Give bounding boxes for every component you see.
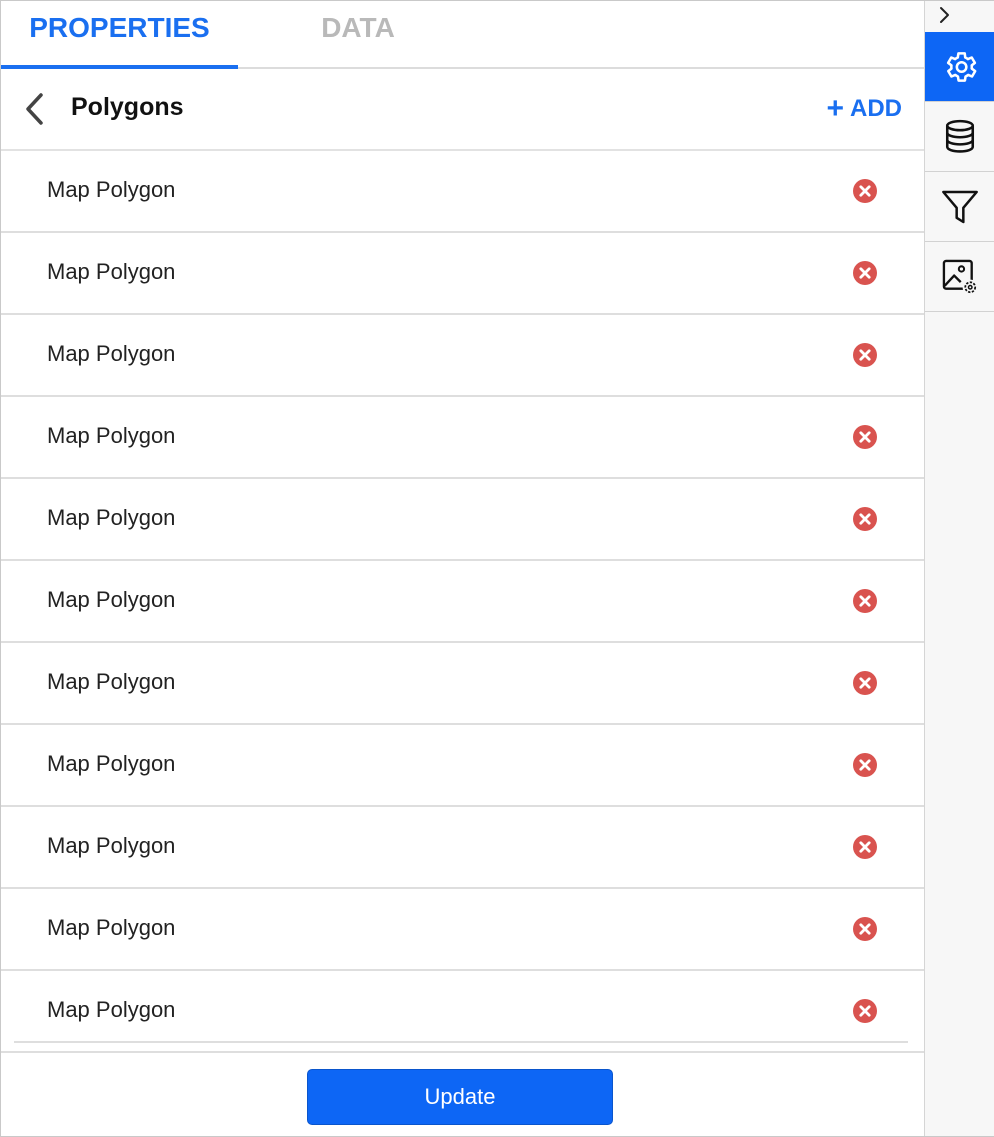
back-button[interactable] <box>19 91 53 127</box>
list-item[interactable]: Map Polygon <box>1 561 924 643</box>
list-item[interactable]: Map Polygon <box>1 807 924 889</box>
filter-tab-button[interactable] <box>925 172 994 242</box>
item-label: Map Polygon <box>47 587 176 612</box>
list-item[interactable]: Map Polygon <box>1 233 924 315</box>
tab-properties[interactable]: PROPERTIES <box>1 1 238 69</box>
tab-bar: PROPERTIES DATA <box>1 1 924 69</box>
settings-tab-button[interactable] <box>925 32 994 102</box>
list-divider <box>14 1041 908 1043</box>
list-item[interactable]: Map Polygon <box>1 725 924 807</box>
item-label: Map Polygon <box>47 505 176 530</box>
polygon-list: Map Polygon Map Polygon Map Polygon Map Pol… <box>1 151 924 1053</box>
list-item[interactable]: Map Polygon <box>1 479 924 561</box>
remove-icon[interactable] <box>853 753 877 777</box>
page-title: Polygons <box>71 93 184 121</box>
item-label: Map Polygon <box>47 259 176 284</box>
remove-icon[interactable] <box>853 261 877 285</box>
item-label: Map Polygon <box>47 669 176 694</box>
image-settings-icon <box>942 259 978 295</box>
list-item[interactable]: Map Polygon <box>1 315 924 397</box>
database-icon <box>945 119 974 153</box>
item-label: Map Polygon <box>47 751 176 776</box>
list-item[interactable]: Map Polygon <box>1 397 924 479</box>
plus-icon: + <box>826 92 844 125</box>
remove-icon[interactable] <box>853 835 877 859</box>
list-item[interactable]: Map Polygon <box>1 643 924 725</box>
remove-icon[interactable] <box>853 507 877 531</box>
list-item[interactable]: Map Polygon <box>1 151 924 233</box>
gear-icon <box>946 51 976 82</box>
chevron-right-icon <box>940 7 949 23</box>
remove-icon[interactable] <box>853 671 877 695</box>
item-label: Map Polygon <box>47 915 176 940</box>
filter-icon <box>941 190 978 223</box>
remove-icon[interactable] <box>853 343 877 367</box>
data-source-tab-button[interactable] <box>925 102 994 172</box>
list-item[interactable]: Map Polygon <box>1 889 924 971</box>
properties-panel: PROPERTIES DATA Polygons + ADD Map Polyg… <box>0 0 994 1137</box>
collapse-button[interactable] <box>925 1 994 31</box>
add-label: ADD <box>850 95 902 122</box>
remove-icon[interactable] <box>853 999 877 1023</box>
remove-icon[interactable] <box>853 917 877 941</box>
tab-data[interactable]: DATA <box>238 1 478 67</box>
item-label: Map Polygon <box>47 177 176 202</box>
item-label: Map Polygon <box>47 423 176 448</box>
remove-icon[interactable] <box>853 179 877 203</box>
right-toolbar <box>924 1 994 1136</box>
item-label: Map Polygon <box>47 833 176 858</box>
remove-icon[interactable] <box>853 589 877 613</box>
main-panel: PROPERTIES DATA Polygons + ADD Map Polyg… <box>1 1 924 1136</box>
chevron-left-icon <box>26 93 43 125</box>
section-header: Polygons + ADD <box>1 69 924 151</box>
item-label: Map Polygon <box>47 341 176 366</box>
image-settings-tab-button[interactable] <box>925 242 994 312</box>
remove-icon[interactable] <box>853 425 877 449</box>
update-button[interactable]: Update <box>307 1069 613 1125</box>
item-label: Map Polygon <box>47 997 176 1022</box>
add-button[interactable]: + ADD <box>826 91 902 127</box>
